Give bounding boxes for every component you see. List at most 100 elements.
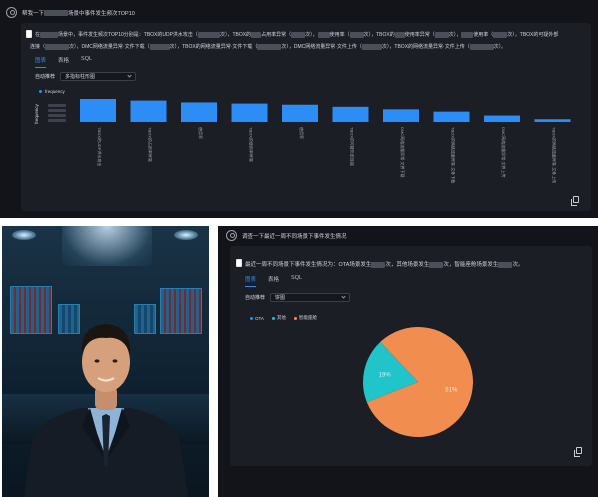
answer-text: 次），DMC网络流量异常·文件下载（ — [69, 44, 150, 50]
redacted-block — [197, 31, 220, 38]
redacted-block — [461, 31, 474, 38]
document-icon — [236, 259, 242, 267]
legend-label: 其他 — [276, 315, 286, 320]
answer-text: 次）， — [305, 32, 318, 38]
x-tick-label: TBOX的UDP洪水攻击 — [97, 127, 103, 166]
bottom-view-tabs: 图表 表格 SQL — [245, 275, 302, 287]
top-question-row: 帮我一下 场景中事件发生频次TOP10 — [6, 7, 135, 18]
bar — [80, 99, 116, 122]
y-axis-label: frequency — [34, 103, 39, 124]
recommend-label: 自动推荐 — [245, 295, 266, 301]
x-tick-label: DMC网络流量异常·文件上传 — [501, 127, 507, 177]
redacted-block — [149, 43, 170, 50]
answer-text: 最近一周不同场景下事件发生情况为：OTA场景发生 — [245, 262, 372, 268]
legend-swatch — [250, 316, 253, 320]
x-tick-label: TBOX的网络流量异常·文件上传 — [552, 127, 558, 183]
answer-text: 场景中，事件发生频次TOP10分别是：TBOX的UDP洪水攻击（ — [58, 32, 198, 38]
redacted-block — [493, 31, 508, 38]
tab-table[interactable]: 表格 — [268, 275, 279, 287]
redacted-block — [429, 261, 444, 268]
chevron-down-icon — [127, 73, 132, 78]
frequency-bar-chart: frequency TBOX的UDP洪水攻击 TBOX的占用率异常 使用率 TBOX的使… — [34, 99, 571, 183]
bar — [383, 109, 419, 122]
answer-text: 次，智能座舱场景发生 — [443, 262, 499, 268]
chart-type-select[interactable]: 饼图 — [270, 293, 351, 302]
copy-icon[interactable] — [574, 447, 582, 457]
answer-text: 次），TBOX的 — [219, 32, 252, 38]
redacted-tick-label — [48, 114, 66, 117]
redacted-block — [469, 43, 494, 50]
recommend-label: 自动推荐 — [35, 74, 56, 80]
bar — [282, 104, 318, 122]
answer-text: 使用率异常（ — [404, 32, 435, 38]
answer-text: 连接（ — [30, 44, 46, 50]
bottom-answer-line: 最近一周不同场景下事件发生情况为：OTA场景发生 次，其他场景发生 次，智能座舱场景… — [245, 260, 523, 268]
chart-type-select[interactable]: 多指标柱形图 — [60, 72, 137, 81]
redacted-block — [371, 261, 386, 268]
tab-sql[interactable]: SQL — [291, 275, 302, 287]
tab-sql[interactable]: SQL — [81, 56, 92, 68]
legend-label: OTA — [255, 315, 264, 321]
redacted-block — [251, 31, 262, 38]
document-icon — [26, 30, 32, 38]
x-tick-label: 使用率 — [299, 127, 305, 139]
bottom-question-text: 调查一下最近一周不同场景下事件发生情况 — [242, 233, 347, 240]
user-avatar-icon — [226, 230, 237, 241]
answer-text: 使用率（ — [473, 32, 494, 38]
pie-chart-legend: OTA 其他 智能座舱 — [250, 315, 317, 321]
chevron-down-icon — [341, 294, 346, 299]
redacted-block — [349, 31, 364, 38]
answer-text: 次）。 — [493, 44, 507, 50]
answer-text: 次），TBOX的可疑外部 — [507, 32, 559, 38]
pie-label: 81% — [445, 387, 458, 393]
answer-line-1: 在场景中，事件发生频次TOP10分别是：TBOX的UDP洪水攻击（ 次），TBOX… — [35, 31, 558, 38]
question-prefix: 帮我一下 — [22, 10, 45, 17]
scene-event-pie-chart: 19% 81% — [363, 327, 473, 437]
bar — [332, 106, 369, 122]
bar — [130, 100, 167, 122]
answer-line-2: 连接（ 次），DMC网络流量异常·文件下载（ 次），TBOX的网络流量异常·文件下载… — [30, 43, 506, 50]
legend-item-cockpit: 智能座舱 — [293, 315, 317, 321]
answer-text: 使用率（ — [329, 32, 350, 38]
top-chat-panel: 帮我一下 场景中事件发生频次TOP10 在场景中，事件发生频次TOP10分别是：T… — [0, 0, 598, 218]
bottom-recommend-row: 自动推荐 饼图 — [245, 293, 351, 302]
bottom-chat-panel: 调查一下最近一周不同场景下事件发生情况 最近一周不同场景下事件发生情况为：OTA… — [218, 226, 598, 497]
answer-text: 次），TBOX的 — [363, 32, 395, 38]
answer-text: 次。 — [512, 262, 524, 268]
top-recommend-row: 自动推荐 多指标柱形图 — [35, 72, 137, 81]
x-tick-label: DMC网络流量异常·文件下载 — [400, 127, 406, 177]
tab-chart[interactable]: 图表 — [245, 275, 257, 287]
redacted-tick-label — [48, 109, 66, 112]
redacted-tick-label — [48, 104, 66, 107]
x-tick-label: 使用率 — [198, 127, 204, 139]
legend-item-ota: OTA — [250, 315, 264, 321]
answer-text: 次），TBOX的网络流量异常·文件下载（ — [169, 44, 258, 50]
bar — [484, 115, 520, 122]
redacted-tick-label — [48, 119, 66, 122]
bottom-question-row: 调查一下最近一周不同场景下事件发生情况 — [226, 230, 347, 241]
legend-item-other: 其他 — [271, 315, 286, 321]
redacted-block — [434, 31, 449, 38]
answer-text: 次），DMC网络流量异常·文件上传（ — [281, 44, 362, 50]
bar — [181, 102, 217, 122]
user-avatar-icon — [6, 7, 17, 18]
bar — [433, 111, 470, 122]
bar — [231, 103, 268, 122]
copy-icon[interactable] — [571, 196, 579, 206]
answer-text: 次），TBOX的网络流量异常·文件上传（ — [381, 44, 470, 50]
tab-chart[interactable]: 图表 — [35, 56, 47, 68]
chart-type-value: 饼图 — [275, 295, 286, 301]
redacted-block — [361, 43, 382, 50]
redacted-block — [291, 31, 306, 38]
x-tick-label: TBOX的占用率异常 — [148, 127, 154, 162]
question-suffix: 场景中事件发生频次TOP10 — [68, 10, 135, 17]
redacted-block — [257, 43, 282, 50]
redacted-block — [40, 31, 59, 38]
redacted-block — [45, 43, 70, 50]
tab-table[interactable]: 表格 — [58, 56, 69, 68]
answer-text: 次）， — [448, 32, 462, 38]
answer-text: 次，其他场景发生 — [385, 262, 430, 268]
legend-label: 智能座舱 — [298, 315, 317, 320]
legend-swatch — [293, 316, 297, 320]
pie-label: 19% — [379, 373, 392, 379]
